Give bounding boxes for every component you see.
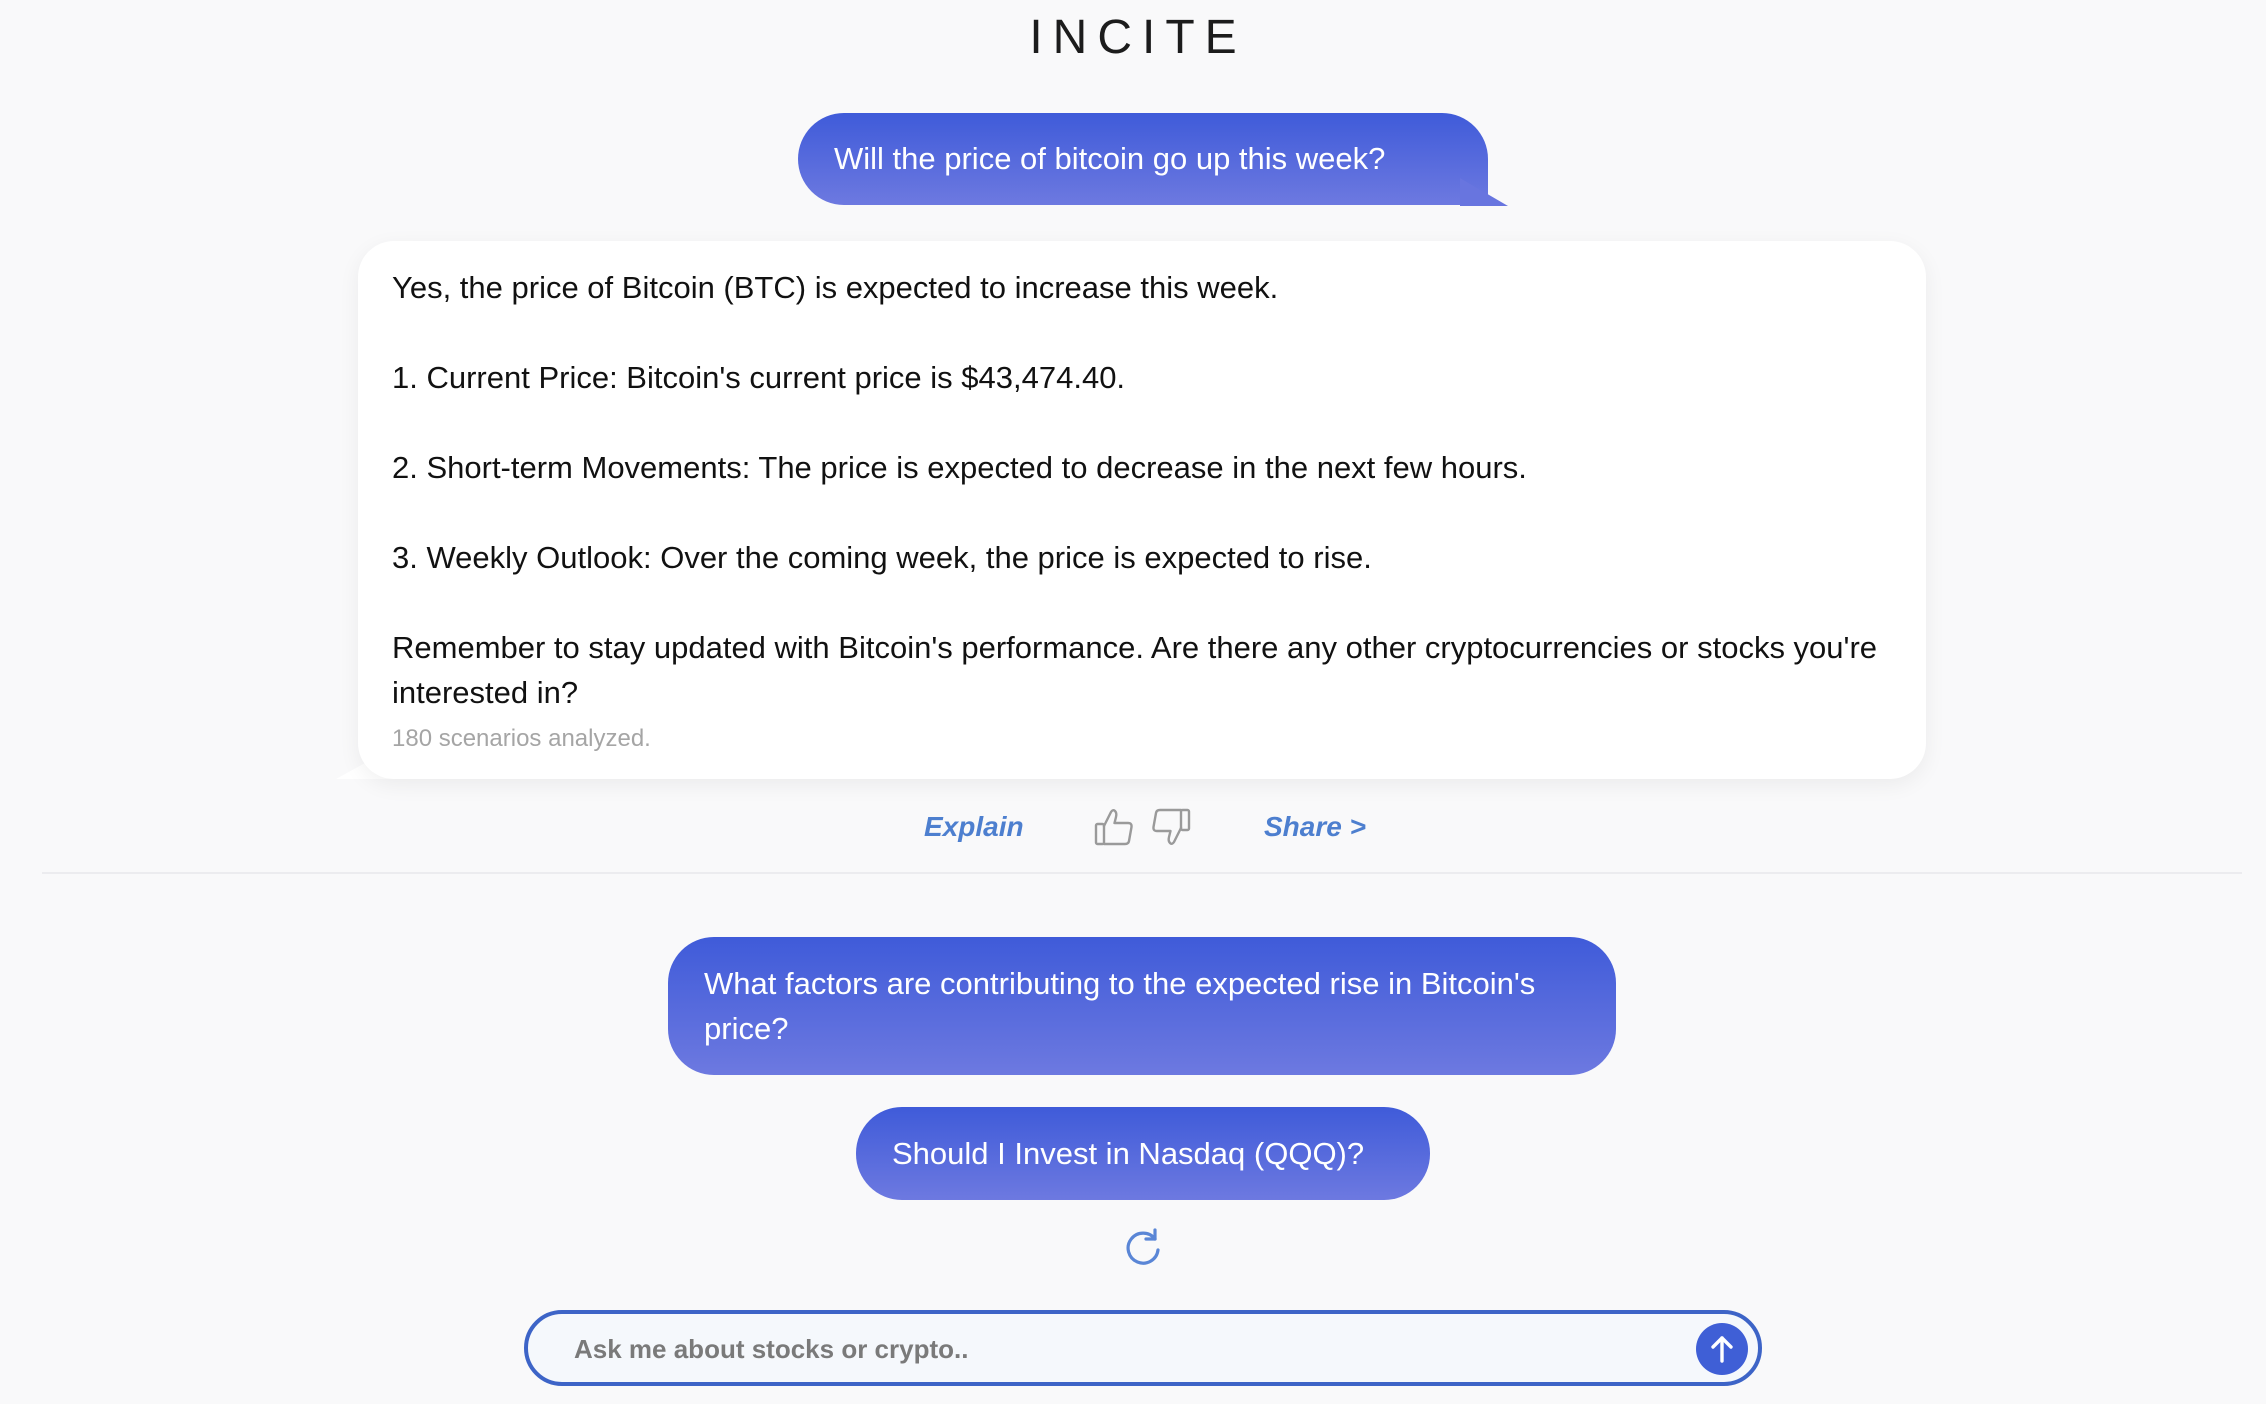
scenarios-analyzed-note: 180 scenarios analyzed. bbox=[392, 725, 651, 752]
refresh-icon[interactable] bbox=[1122, 1226, 1164, 1268]
section-divider bbox=[42, 872, 2242, 874]
explain-link[interactable]: Explain bbox=[924, 805, 1024, 849]
thumbs-up-icon[interactable] bbox=[1093, 807, 1135, 847]
thumbs-down-icon[interactable] bbox=[1150, 807, 1192, 847]
suggested-question-factors[interactable]: What factors are contributing to the exp… bbox=[668, 937, 1616, 1075]
suggested-question-nasdaq[interactable]: Should I Invest in Nasdaq (QQQ)? bbox=[856, 1107, 1430, 1200]
bot-answer-point-weekly-outlook: 3. Weekly Outlook: Over the coming week,… bbox=[392, 540, 1372, 575]
chat-input[interactable] bbox=[572, 1314, 1656, 1384]
chat-input-container bbox=[524, 1310, 1762, 1386]
bot-answer-point-short-term: 2. Short-term Movements: The price is ex… bbox=[392, 450, 1527, 485]
bot-answer-point-current-price: 1. Current Price: Bitcoin's current pric… bbox=[392, 360, 1126, 395]
bot-answer-closing: Remember to stay updated with Bitcoin's … bbox=[392, 630, 1878, 710]
arrow-up-icon bbox=[1711, 1336, 1733, 1363]
send-button[interactable] bbox=[1696, 1323, 1748, 1375]
user-message-bubble: Will the price of bitcoin go up this wee… bbox=[798, 113, 1488, 205]
bot-answer-summary: Yes, the price of Bitcoin (BTC) is expec… bbox=[392, 270, 1279, 305]
app-logo: INCITE bbox=[1029, 11, 1247, 64]
bot-response-card: Yes, the price of Bitcoin (BTC) is expec… bbox=[358, 241, 1926, 779]
response-actions-bar: Explain Share > bbox=[0, 805, 2266, 849]
share-link[interactable]: Share > bbox=[1264, 805, 1366, 849]
